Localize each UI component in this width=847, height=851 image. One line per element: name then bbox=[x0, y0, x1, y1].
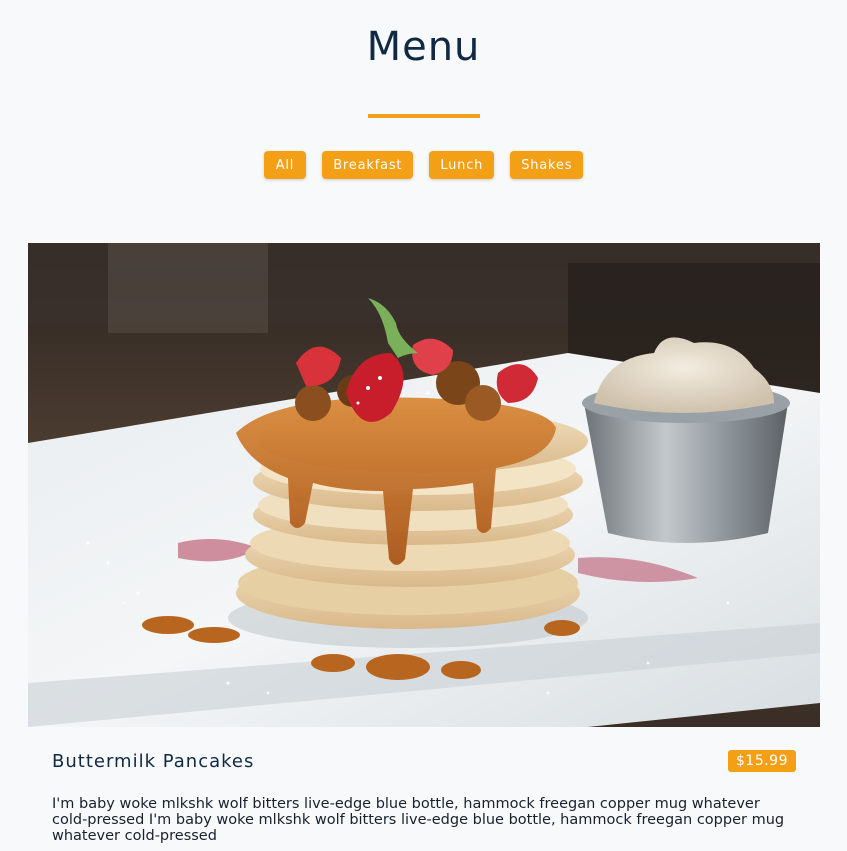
menu-item-description: I'm baby woke mlkshk wolf bitters live-e… bbox=[52, 796, 785, 844]
menu-item-photo bbox=[28, 243, 820, 727]
page-title: Menu bbox=[366, 24, 481, 70]
title-underline bbox=[368, 114, 480, 118]
price-badge: $15.99 bbox=[728, 750, 796, 772]
filter-lunch-button[interactable]: Lunch bbox=[429, 151, 495, 179]
filter-all-button[interactable]: All bbox=[263, 151, 307, 179]
menu-page: Menu All Breakfast Lunch Shakes Buttermi… bbox=[0, 0, 847, 851]
filter-shakes-button[interactable]: Shakes bbox=[510, 151, 584, 179]
menu-item-header: Buttermilk Pancakes $15.99 bbox=[52, 750, 796, 772]
category-filters: All Breakfast Lunch Shakes bbox=[0, 151, 847, 179]
menu-item-name: Buttermilk Pancakes bbox=[52, 750, 255, 772]
filter-breakfast-button[interactable]: Breakfast bbox=[322, 151, 414, 179]
